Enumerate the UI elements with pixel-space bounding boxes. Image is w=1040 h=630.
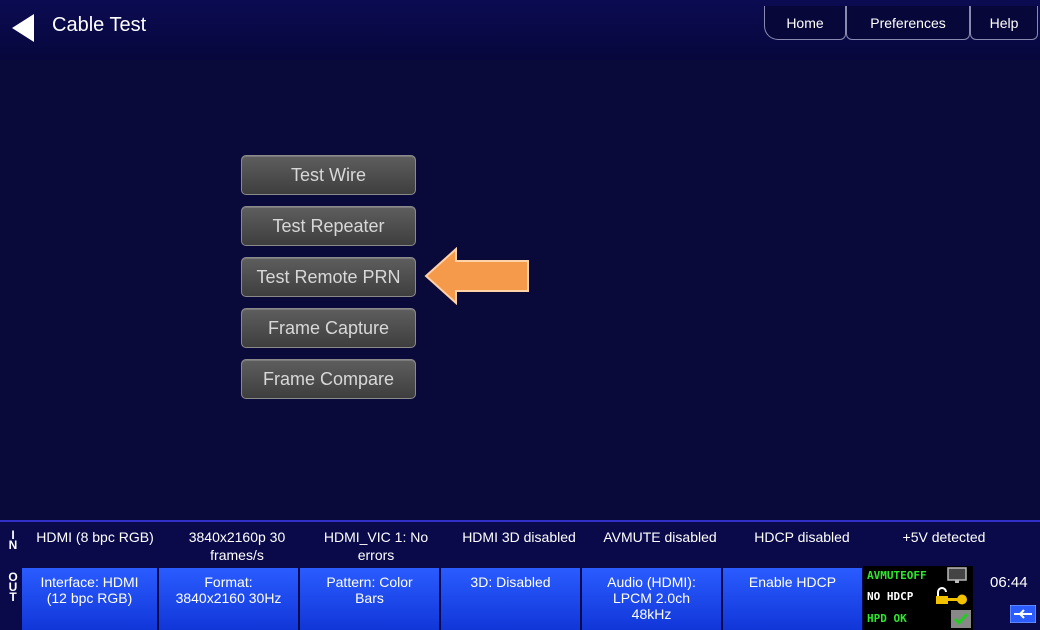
in-hdcp-status: HDCP disabled	[754, 529, 850, 545]
interface-button[interactable]: Interface: HDMI (12 bpc RGB)	[22, 568, 158, 630]
test-wire-button[interactable]: Test Wire	[241, 155, 416, 195]
clock: 06:44	[990, 574, 1028, 591]
frame-compare-button[interactable]: Frame Compare	[241, 359, 416, 399]
key-lock-icon	[936, 587, 967, 605]
in-label: IN	[8, 528, 18, 552]
enable-hdcp-button[interactable]: Enable HDCP	[723, 568, 863, 630]
in-avmute-status: AVMUTE disabled	[603, 529, 717, 545]
out-label: OUT	[8, 570, 18, 604]
avmute-indicator: AVMUTEOFF	[867, 569, 927, 582]
connector-icon	[1010, 605, 1036, 623]
tab-preferences[interactable]: Preferences	[846, 6, 970, 40]
format-button[interactable]: Format: 3840x2160 30Hz	[159, 568, 299, 630]
monitor-icon	[947, 567, 967, 583]
tab-help[interactable]: Help	[970, 6, 1038, 40]
checkbox-icon	[951, 610, 971, 628]
in-3d-status: HDMI 3D disabled	[462, 529, 576, 545]
test-remote-prn-button[interactable]: Test Remote PRN	[241, 257, 416, 297]
page-title: Cable Test	[52, 14, 147, 36]
header-bar: Cable Test Home Preferences Help	[0, 0, 1040, 60]
in-format-status: 3840x2160p 30 frames/s	[188, 529, 286, 563]
in-vic-status: HDMI_VIC 1: No errors	[323, 529, 429, 563]
pointer-arrow-icon	[424, 247, 529, 305]
signal-status-panel: AVMUTEOFF NO HDCP HPD OK	[863, 566, 973, 630]
in-interface-status: HDMI (8 bpc RGB)	[36, 529, 154, 545]
test-repeater-button[interactable]: Test Repeater	[241, 206, 416, 246]
in-5v-status: +5V detected	[902, 529, 986, 545]
audio-button[interactable]: Audio (HDMI): LPCM 2.0ch 48kHz	[582, 568, 722, 630]
3d-button[interactable]: 3D: Disabled	[441, 568, 581, 630]
input-status-row: IN HDMI (8 bpc RGB) 3840x2160p 30 frames…	[0, 520, 1040, 566]
hpd-indicator: HPD OK	[867, 612, 907, 625]
back-arrow-icon[interactable]	[10, 13, 36, 43]
tab-home[interactable]: Home	[764, 6, 846, 40]
frame-capture-button[interactable]: Frame Capture	[241, 308, 416, 348]
hdcp-indicator: NO HDCP	[867, 590, 914, 603]
screen: Cable Test Home Preferences Help Test Wi…	[0, 0, 1040, 630]
pattern-button[interactable]: Pattern: Color Bars	[300, 568, 440, 630]
